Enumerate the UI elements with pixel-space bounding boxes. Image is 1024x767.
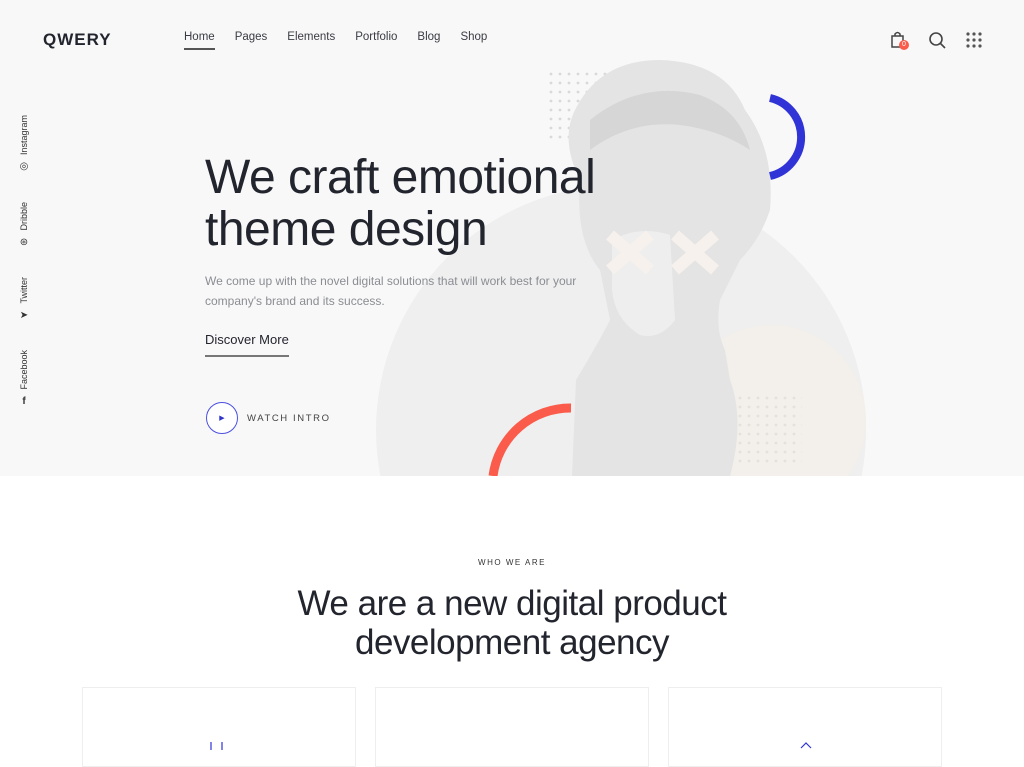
social-facebook[interactable]: Facebook f: [14, 350, 34, 407]
main-nav: Home Pages Elements Portfolio Blog Shop: [184, 31, 507, 50]
decorative-arc-blue: [768, 94, 806, 180]
social-instagram[interactable]: Instagram ◎: [14, 115, 34, 172]
discover-more-link[interactable]: Discover More: [205, 332, 289, 357]
feature-card: [668, 687, 942, 767]
hero-title-line: theme design: [205, 203, 488, 256]
feature-card: [375, 687, 649, 767]
play-button[interactable]: ▶: [206, 402, 238, 434]
section-title-line: We are a new digital product: [297, 584, 727, 623]
search-icon[interactable]: [928, 31, 946, 49]
section-title: We are a new digital product development …: [0, 584, 1024, 662]
cart-button[interactable]: 0: [890, 31, 909, 50]
nav-home[interactable]: Home: [184, 31, 215, 50]
hero-title-line: We craft emotional: [205, 151, 596, 204]
nav-portfolio[interactable]: Portfolio: [355, 31, 397, 50]
dot-grid: [732, 395, 802, 467]
dribbble-icon: ⊛: [19, 236, 29, 248]
facebook-icon: f: [22, 395, 26, 407]
decorative-arc-red: [488, 403, 572, 476]
play-icon: ▶: [219, 415, 225, 422]
nav-pages[interactable]: Pages: [235, 31, 268, 50]
social-label: Dribble: [19, 202, 29, 231]
instagram-icon: ◎: [19, 161, 29, 173]
watch-intro-link[interactable]: WATCH INTRO: [247, 413, 331, 424]
nav-elements[interactable]: Elements: [287, 31, 335, 50]
social-label: Twitter: [19, 277, 29, 304]
feature-card: [82, 687, 356, 767]
twitter-icon: ➤: [19, 309, 29, 321]
hero-title: We craft emotional theme design: [205, 151, 596, 256]
social-twitter[interactable]: Twitter ➤: [14, 277, 34, 321]
feature-icon: [800, 742, 812, 749]
social-dribbble[interactable]: Dribble ⊛: [14, 202, 34, 248]
social-label: Instagram: [19, 115, 29, 156]
nav-shop[interactable]: Shop: [460, 31, 487, 50]
header-actions: 0: [890, 31, 982, 50]
logo[interactable]: QWERY: [43, 30, 112, 50]
social-label: Facebook: [19, 350, 29, 390]
hero-description: We come up with the novel digital soluti…: [205, 274, 577, 308]
section-eyebrow: WHO WE ARE: [478, 558, 546, 567]
grid-menu-icon[interactable]: [966, 32, 982, 48]
feature-icon: [210, 742, 223, 750]
cart-count-badge: 0: [899, 40, 909, 50]
hero-section: QWERY Home Pages Elements Portfolio Blog…: [0, 0, 1024, 476]
nav-blog[interactable]: Blog: [417, 31, 440, 50]
section-title-line: development agency: [355, 623, 670, 662]
